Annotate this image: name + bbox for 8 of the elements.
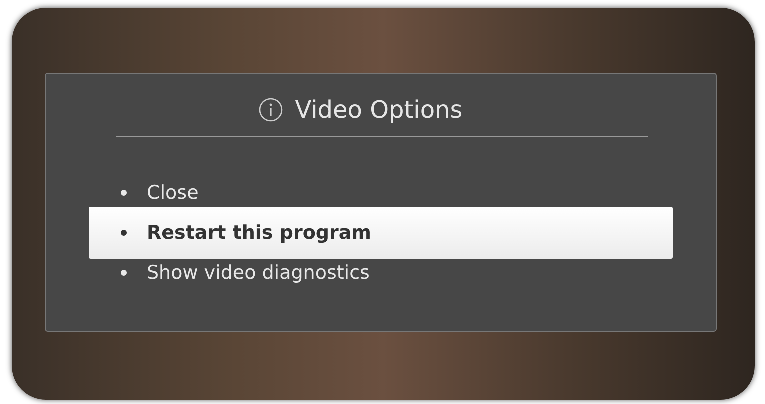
dialog-title: Video Options bbox=[295, 96, 463, 124]
menu-item[interactable]: Close bbox=[89, 179, 673, 207]
info-icon bbox=[259, 98, 284, 122]
bullet-icon bbox=[121, 190, 127, 196]
menu-item[interactable]: Restart this program bbox=[89, 207, 673, 259]
menu-item[interactable]: Show video diagnostics bbox=[89, 259, 673, 287]
bullet-icon bbox=[121, 230, 127, 236]
bullet-icon bbox=[121, 270, 127, 276]
